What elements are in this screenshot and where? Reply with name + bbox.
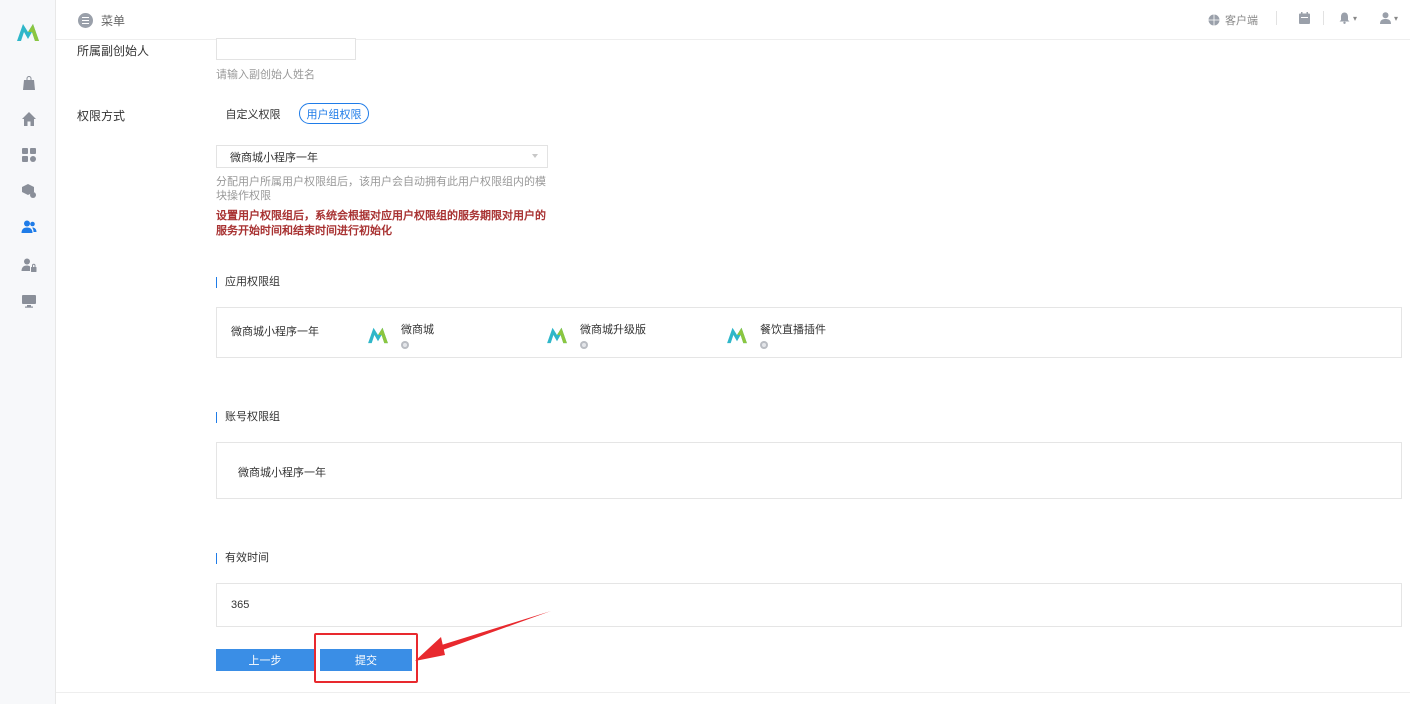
user-menu-button[interactable]: ▾ — [1380, 12, 1398, 24]
permission-group-value: 微商城小程序一年 — [230, 151, 318, 164]
prev-step-button[interactable]: 上一步 — [216, 649, 314, 671]
arrow-annotation — [415, 611, 551, 661]
founder-input[interactable] — [216, 38, 356, 60]
link-icon — [580, 341, 588, 349]
link-icon — [401, 341, 409, 349]
app-name: 餐饮直播插件 — [760, 324, 826, 336]
group-hint: 分配用户所属用户权限组后，该用户会自动拥有此用户权限组内的模块操作权限 — [216, 176, 546, 202]
users-icon[interactable] — [20, 218, 38, 236]
header-divider — [1323, 11, 1324, 25]
apps-settings-icon[interactable] — [20, 146, 38, 164]
package-settings-icon[interactable] — [20, 182, 38, 200]
link-icon — [760, 341, 768, 349]
bag-icon[interactable] — [20, 74, 38, 92]
notifications-button[interactable]: ▾ — [1339, 12, 1357, 24]
brand-logo[interactable] — [16, 22, 40, 42]
menu-toggle-button[interactable]: 菜单 — [78, 12, 125, 29]
chevron-down-icon — [532, 154, 538, 158]
founder-hint: 请输入副创始人姓名 — [216, 69, 315, 81]
tab-custom-permission[interactable]: 自定义权限 — [218, 104, 288, 124]
menu-icon — [78, 13, 93, 28]
home-icon[interactable] — [20, 110, 38, 128]
valid-time-value: 365 — [231, 599, 250, 611]
app-name: 微商城 — [401, 324, 434, 336]
valid-time-title: 有效时间 — [216, 553, 269, 564]
app-logo-icon — [727, 327, 747, 344]
menu-label: 菜单 — [101, 14, 126, 28]
account-group-panel — [216, 442, 1402, 499]
sidebar — [0, 0, 56, 704]
founder-label: 所属副创始人 — [77, 44, 150, 58]
client-link[interactable]: 客户端 — [1208, 12, 1258, 28]
header-divider — [1276, 11, 1277, 25]
app-item: 餐饮直播插件 — [726, 323, 826, 349]
account-group-value: 微商城小程序一年 — [238, 467, 326, 479]
submit-button[interactable]: 提交 — [320, 649, 412, 671]
valid-time-panel — [216, 583, 1402, 627]
calendar-button[interactable] — [1299, 12, 1310, 24]
app-item: 微商城升级版 — [546, 323, 646, 349]
calendar-icon — [1299, 12, 1310, 24]
chevron-down-icon: ▾ — [1394, 13, 1399, 23]
tab-user-group-permission[interactable]: 用户组权限 — [299, 103, 369, 124]
user-lock-icon[interactable] — [20, 256, 38, 274]
app-name: 微商城升级版 — [580, 324, 646, 336]
app-group-title: 应用权限组 — [216, 277, 280, 288]
permission-group-select[interactable]: 微商城小程序一年 — [216, 145, 548, 168]
monitor-icon[interactable] — [20, 292, 38, 310]
globe-icon — [1208, 14, 1220, 26]
top-header: 菜单 客户端 ▾ ▾ — [56, 0, 1410, 40]
account-group-title: 账号权限组 — [216, 412, 280, 423]
app-group-name: 微商城小程序一年 — [231, 326, 319, 338]
client-label: 客户端 — [1225, 15, 1258, 27]
group-warning: 设置用户权限组后，系统会根据对应用户权限组的服务期限对用户的服务开始时间和结束时… — [216, 210, 546, 237]
chevron-down-icon: ▾ — [1353, 13, 1358, 23]
bell-icon — [1339, 12, 1350, 24]
app-logo-icon — [368, 327, 388, 344]
app-item: 微商城 — [367, 323, 434, 349]
permission-label: 权限方式 — [77, 109, 126, 123]
footer-divider — [56, 692, 1410, 693]
user-icon — [1380, 12, 1391, 24]
app-logo-icon — [547, 327, 567, 344]
